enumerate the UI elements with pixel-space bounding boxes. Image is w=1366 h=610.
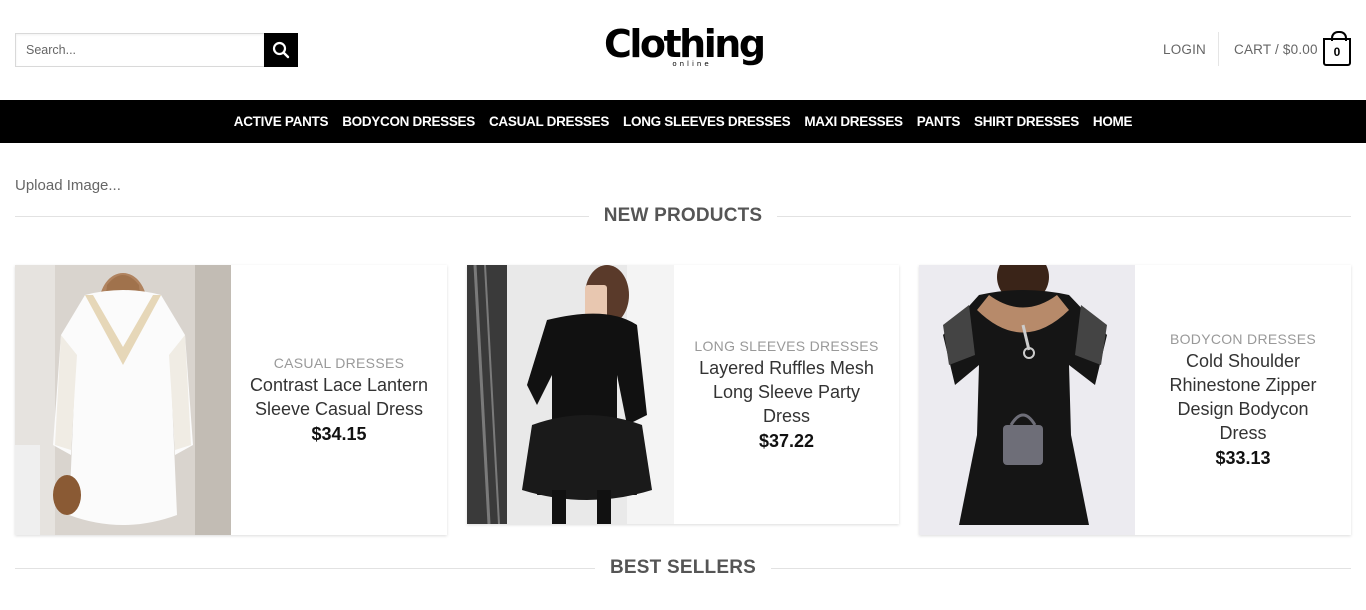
product-category[interactable]: LONG SLEEVES DRESSES	[694, 338, 878, 354]
product-info: CASUAL DRESSES Contrast Lace Lantern Sle…	[231, 265, 447, 535]
nav-item-active-pants[interactable]: ACTIVE PANTS	[234, 114, 329, 129]
product-price: $33.13	[1215, 448, 1271, 468]
product-info: BODYCON DRESSES Cold Shoulder Rhinestone…	[1135, 265, 1351, 535]
divider-line	[777, 215, 1351, 217]
new-products-heading: NEW PRODUCTS	[15, 201, 1351, 231]
divider-line	[771, 567, 1352, 569]
header-divider	[1218, 32, 1219, 66]
site-header: Clothing online LOGIN CART / $0.00 0	[0, 0, 1366, 100]
main-nav: ACTIVE PANTS BODYCON DRESSES CASUAL DRES…	[0, 100, 1366, 143]
product-category[interactable]: BODYCON DRESSES	[1170, 331, 1316, 347]
cart-count: 0	[1333, 45, 1341, 59]
cart-link[interactable]: CART / $0.00	[1234, 42, 1318, 57]
product-card[interactable]: LONG SLEEVES DRESSES Layered Ruffles Mes…	[467, 265, 899, 524]
product-name[interactable]: Cold Shoulder Rhinestone Zipper Design B…	[1153, 349, 1333, 445]
product-image[interactable]	[919, 265, 1135, 535]
nav-item-maxi-dresses[interactable]: MAXI DRESSES	[804, 114, 903, 129]
product-name[interactable]: Layered Ruffles Mesh Long Sleeve Party D…	[692, 356, 881, 428]
product-price: $34.15	[311, 424, 367, 444]
nav-item-casual-dresses[interactable]: CASUAL DRESSES	[489, 114, 609, 129]
nav-item-shirt-dresses[interactable]: SHIRT DRESSES	[974, 114, 1079, 129]
product-name[interactable]: Contrast Lace Lantern Sleeve Casual Dres…	[249, 373, 429, 421]
divider-line	[15, 567, 596, 569]
product-image[interactable]	[467, 265, 674, 524]
nav-item-pants[interactable]: PANTS	[917, 114, 961, 129]
product-image[interactable]	[15, 265, 231, 535]
section-title: NEW PRODUCTS	[603, 205, 763, 226]
product-price: $37.22	[758, 430, 815, 451]
product-card[interactable]: BODYCON DRESSES Cold Shoulder Rhinestone…	[919, 265, 1351, 535]
divider-line	[15, 215, 589, 217]
search-button[interactable]	[264, 33, 298, 67]
site-logo[interactable]: Clothing online	[604, 22, 766, 76]
best-sellers-heading: BEST SELLERS	[15, 553, 1352, 583]
upload-image-link[interactable]: Upload Image...	[15, 177, 121, 194]
login-link[interactable]: LOGIN	[1163, 42, 1206, 57]
nav-item-long-sleeves-dresses[interactable]: LONG SLEEVES DRESSES	[623, 114, 791, 129]
search-icon	[272, 41, 290, 59]
section-title: BEST SELLERS	[610, 557, 756, 578]
product-category[interactable]: CASUAL DRESSES	[274, 355, 405, 371]
nav-item-home[interactable]: HOME	[1093, 114, 1133, 129]
nav-item-bodycon-dresses[interactable]: BODYCON DRESSES	[342, 114, 475, 129]
shopping-bag-icon[interactable]: 0	[1323, 31, 1351, 66]
search-input[interactable]	[15, 33, 264, 67]
product-info: LONG SLEEVES DRESSES Layered Ruffles Mes…	[674, 265, 899, 524]
product-card[interactable]: CASUAL DRESSES Contrast Lace Lantern Sle…	[15, 265, 447, 535]
search-form	[15, 33, 298, 67]
